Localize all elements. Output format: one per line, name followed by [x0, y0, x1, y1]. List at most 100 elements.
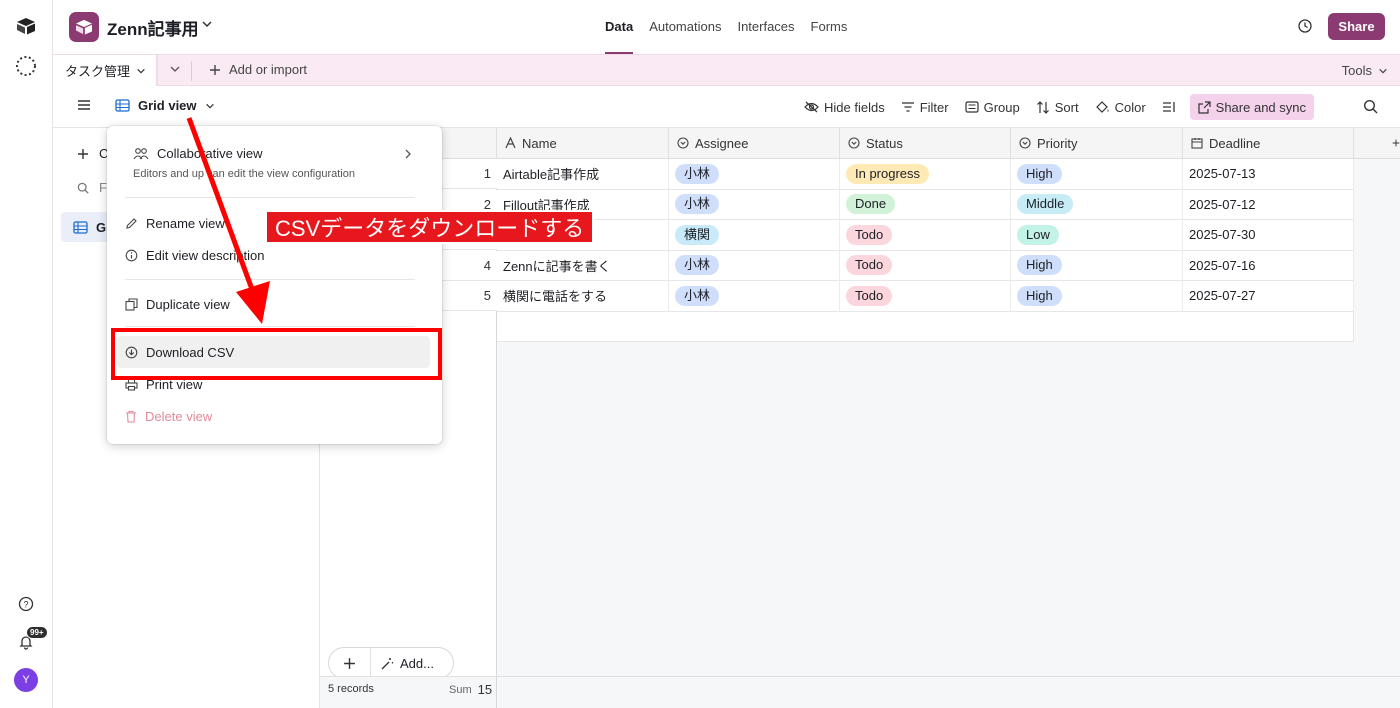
column-label: Name — [522, 135, 557, 151]
filter-button[interactable]: Filter — [895, 94, 955, 120]
divider — [125, 279, 415, 280]
find-view-input[interactable]: Fi — [77, 180, 110, 195]
priority-cell[interactable]: Middle — [1011, 189, 1183, 220]
assignee-cell[interactable]: 小林 — [669, 250, 840, 281]
divider — [191, 61, 192, 81]
table-tab[interactable]: タスク管理 — [53, 55, 157, 86]
add-row-area[interactable] — [497, 312, 1354, 342]
menu-item-edit-view-description[interactable]: Edit view description — [125, 248, 265, 263]
assignee-pill: 小林 — [675, 194, 720, 215]
calendar-icon — [1191, 138, 1203, 149]
base-title[interactable]: Zenn記事用 — [107, 15, 199, 40]
view-switcher[interactable]: Grid view — [115, 98, 215, 113]
column-header-priority[interactable]: Priority — [1011, 128, 1183, 159]
menu-item-delete-view[interactable]: Delete view — [125, 409, 212, 424]
airtable-logo-icon[interactable] — [14, 14, 38, 38]
color-button[interactable]: Color — [1089, 94, 1152, 120]
deadline-cell[interactable]: 2025-07-16 — [1183, 250, 1354, 281]
history-icon[interactable] — [1297, 18, 1313, 37]
status-pill: Todo — [846, 285, 893, 306]
sum-summary[interactable]: Sum 15 — [449, 682, 492, 697]
divider — [496, 677, 497, 708]
share-button[interactable]: Share — [1328, 13, 1385, 40]
tab-forms[interactable]: Forms — [811, 0, 848, 54]
chevron-down-icon[interactable] — [201, 18, 213, 33]
column-label: Assignee — [695, 135, 749, 151]
table-name: タスク管理 — [65, 64, 131, 79]
tools-menu[interactable]: Tools — [1342, 63, 1388, 78]
sort-label: Sort — [1054, 99, 1079, 115]
add-or-import-button[interactable]: Add or import — [209, 62, 307, 77]
all-tables-chevron-icon[interactable] — [169, 63, 181, 78]
column-header-status[interactable]: Status — [840, 128, 1011, 159]
column-header-assignee[interactable]: Assignee — [669, 128, 840, 159]
status-cell[interactable]: In progress — [840, 159, 1011, 190]
priority-cell[interactable]: High — [1011, 159, 1183, 190]
divider — [125, 326, 415, 327]
search-icon[interactable] — [1363, 99, 1378, 117]
name-cell[interactable]: Zennに記事を書く — [497, 250, 669, 281]
text-field-icon — [505, 137, 516, 149]
tab-data[interactable]: Data — [605, 0, 634, 54]
group-label: Group — [983, 99, 1020, 115]
create-view-button[interactable]: C — [77, 146, 108, 161]
tools-label: Tools — [1341, 63, 1372, 78]
priority-cell[interactable]: High — [1011, 281, 1183, 312]
status-cell[interactable]: Todo — [840, 281, 1011, 312]
sort-button[interactable]: Sort — [1030, 94, 1085, 120]
add-more-label: Add... — [400, 655, 434, 671]
assignee-cell[interactable]: 小林 — [669, 189, 840, 220]
priority-pill: Low — [1017, 224, 1059, 245]
add-or-import-label: Add or import — [229, 62, 308, 77]
share-and-sync-label: Share and sync — [1215, 99, 1306, 115]
status-cell[interactable]: Todo — [840, 220, 1011, 251]
add-record-button[interactable] — [329, 648, 371, 678]
chevron-right-icon — [403, 148, 413, 163]
status-cell[interactable]: Done — [840, 189, 1011, 220]
omni-icon[interactable] — [14, 54, 38, 78]
column-header-name[interactable]: Name — [497, 128, 669, 159]
share-and-sync-button[interactable]: Share and sync — [1189, 94, 1314, 120]
menu-item-collaborative-view[interactable]: Collaborative view — [133, 146, 263, 161]
status-cell[interactable]: Todo — [840, 250, 1011, 281]
menu-item-label: Collaborative view — [157, 146, 263, 161]
name-cell[interactable]: 横関に電話をする — [497, 281, 669, 312]
deadline-cell[interactable]: 2025-07-27 — [1183, 281, 1354, 312]
users-icon — [133, 148, 149, 160]
tab-automations[interactable]: Automations — [649, 0, 721, 54]
sum-value: 15 — [477, 682, 493, 697]
help-icon[interactable]: ? — [14, 592, 38, 616]
add-field-button[interactable] — [1354, 128, 1400, 159]
priority-cell[interactable]: High — [1011, 250, 1183, 281]
assignee-cell[interactable]: 小林 — [669, 281, 840, 312]
assignee-cell[interactable]: 小林 — [669, 159, 840, 190]
hamburger-menu-icon[interactable] — [77, 99, 91, 114]
status-pill: Todo — [846, 255, 893, 276]
deadline-cell[interactable]: 2025-07-30 — [1183, 220, 1354, 251]
menu-item-label: Rename view — [146, 216, 225, 231]
column-header-deadline[interactable]: Deadline — [1183, 128, 1354, 159]
row-height-icon — [1162, 102, 1175, 112]
menu-item-rename-view[interactable]: Rename view — [125, 216, 225, 231]
grid-icon — [73, 220, 88, 234]
assignee-cell[interactable]: 横関 — [669, 220, 840, 251]
menu-item-duplicate-view[interactable]: Duplicate view — [125, 297, 230, 312]
menu-item-label: Delete view — [145, 409, 213, 424]
priority-pill: High — [1017, 163, 1062, 184]
add-more-button[interactable]: Add... — [371, 656, 434, 671]
status-pill: Done — [846, 194, 896, 215]
hide-fields-label: Hide fields — [824, 99, 885, 115]
avatar[interactable]: Y — [14, 668, 38, 692]
name-cell[interactable]: Airtable記事作成 — [497, 159, 669, 190]
hide-fields-button[interactable]: Hide fields — [798, 94, 891, 120]
sum-label: Sum — [449, 683, 472, 696]
tab-interfaces[interactable]: Interfaces — [737, 0, 794, 54]
deadline-cell[interactable]: 2025-07-12 — [1183, 189, 1354, 220]
priority-cell[interactable]: Low — [1011, 220, 1183, 251]
priority-pill: High — [1017, 255, 1062, 276]
deadline-cell[interactable]: 2025-07-13 — [1183, 159, 1354, 190]
chevron-down-icon — [1379, 68, 1387, 74]
group-button[interactable]: Group — [959, 94, 1026, 120]
row-height-button[interactable] — [1156, 94, 1182, 120]
collaborative-view-description: Editors and up can edit the view configu… — [133, 168, 355, 180]
